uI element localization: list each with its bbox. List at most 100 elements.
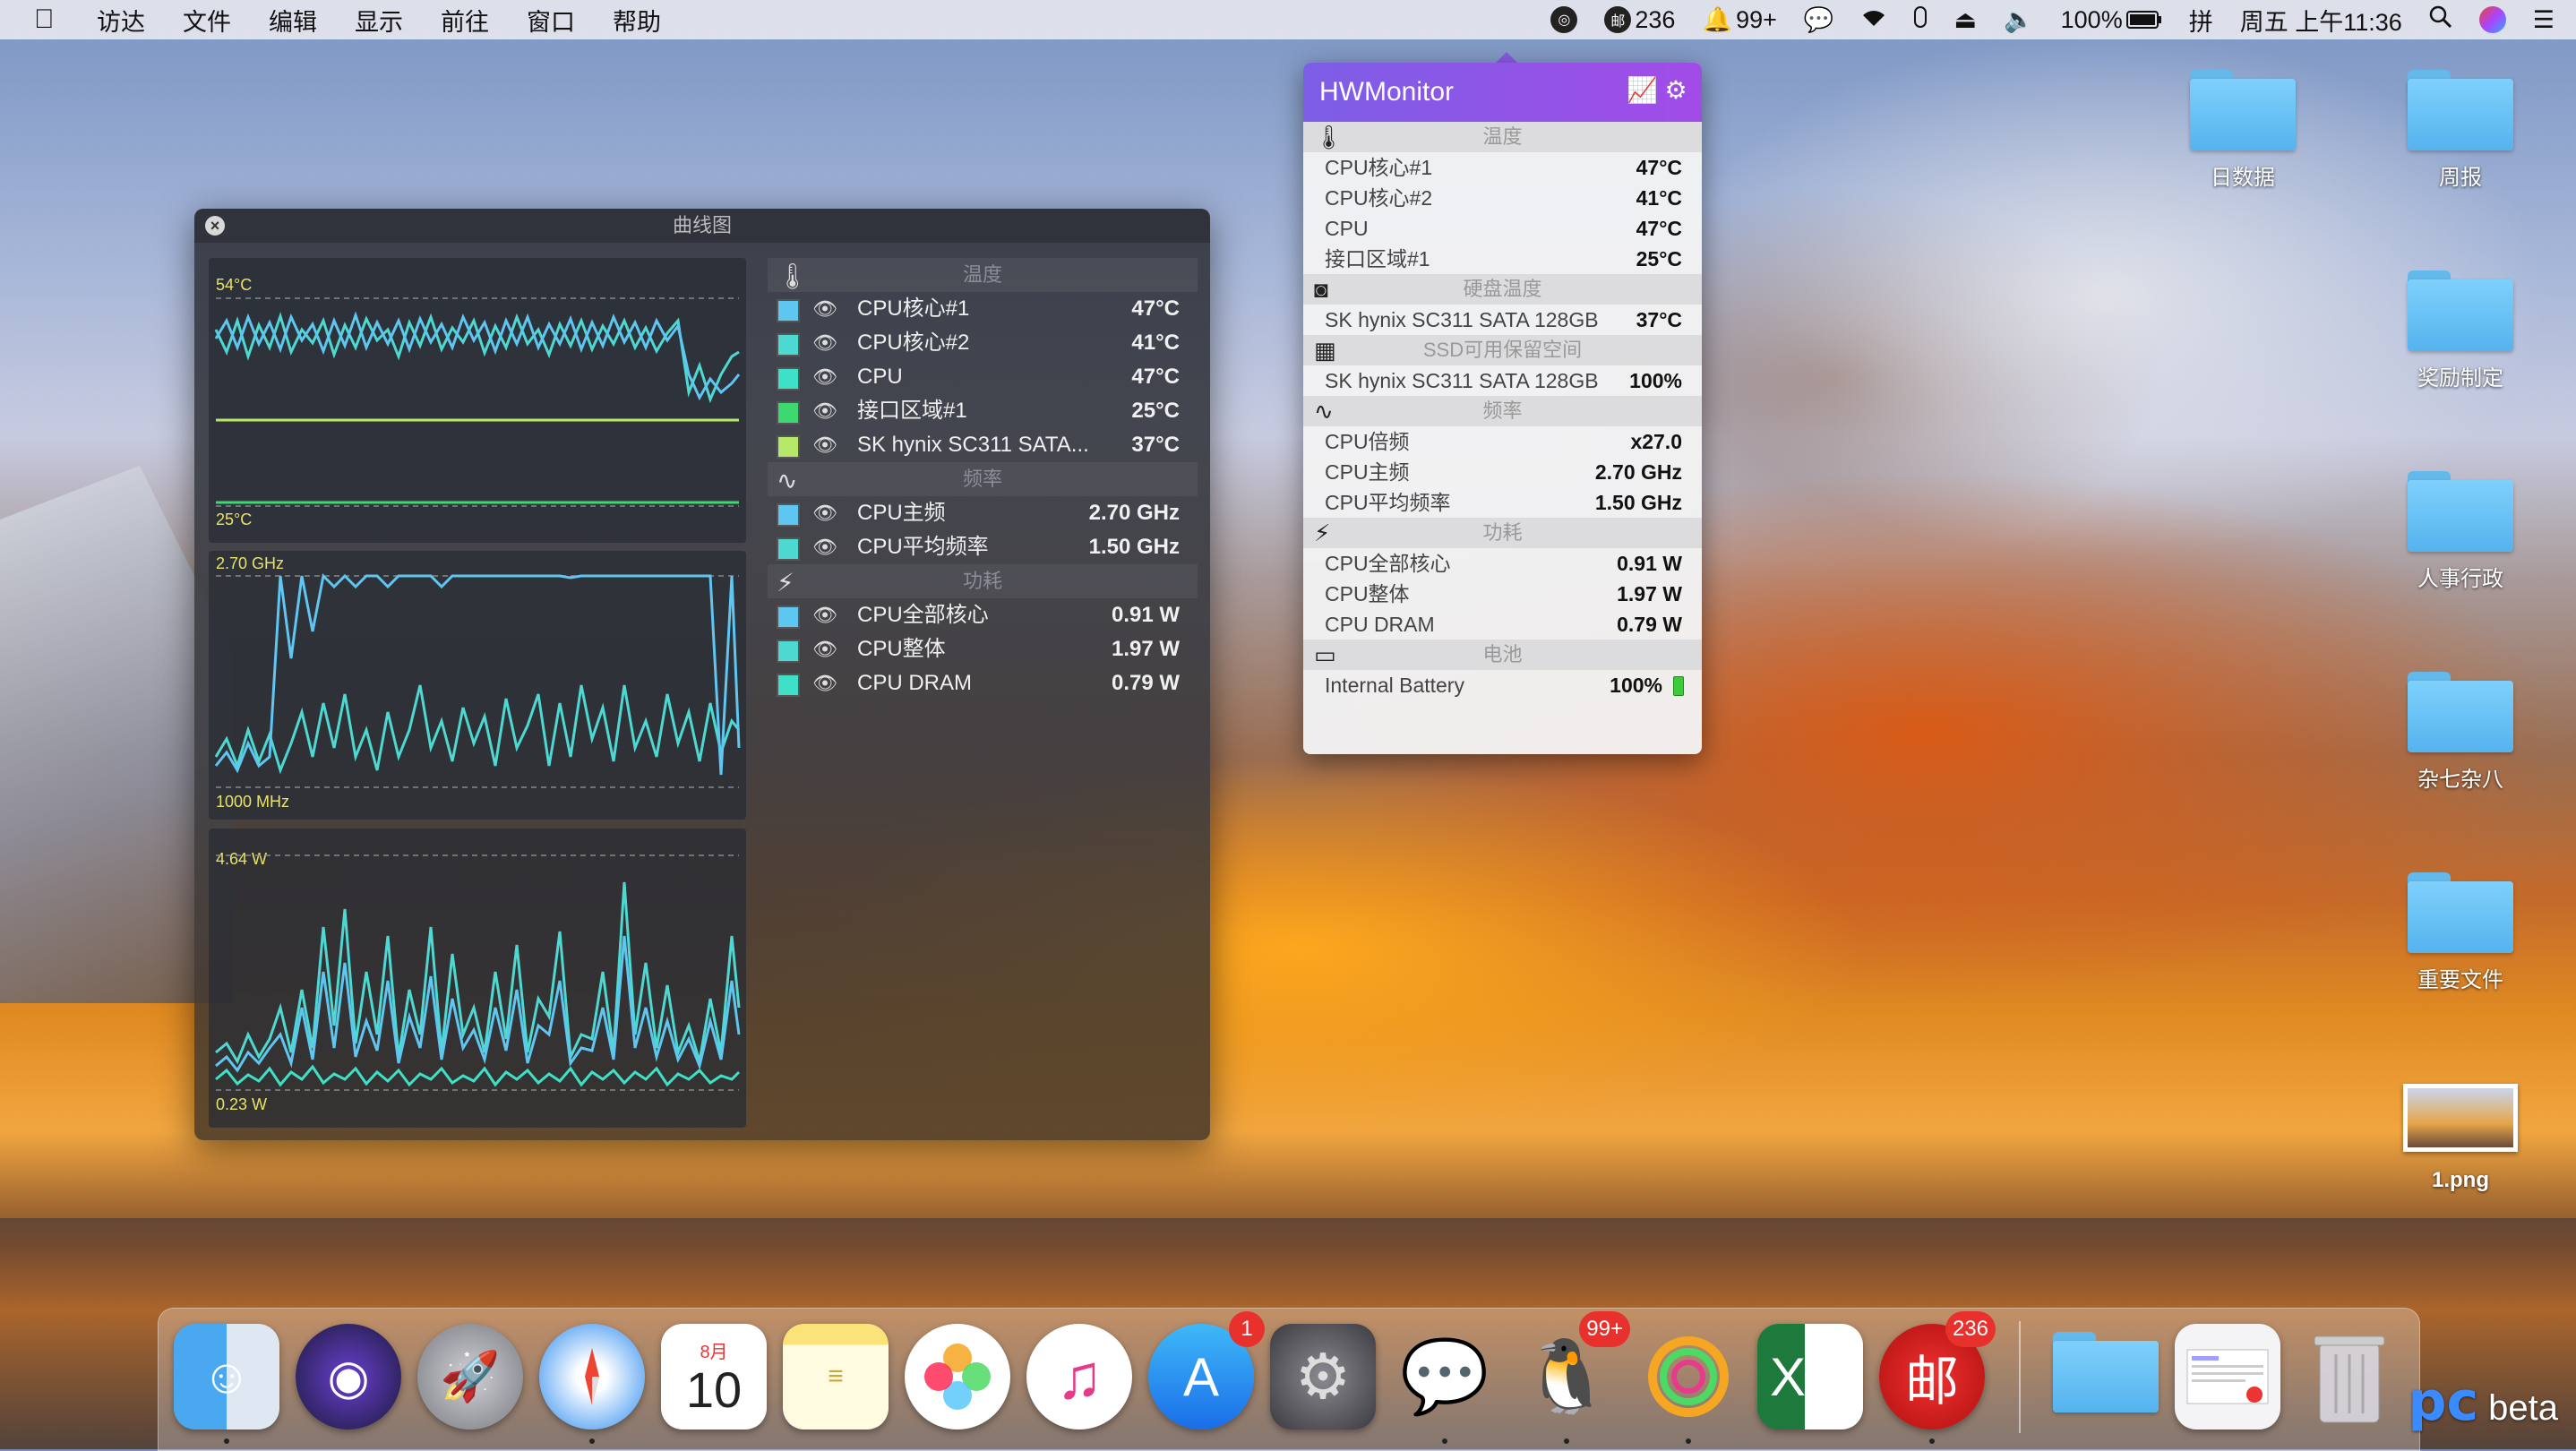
hw-row: CPU 47°C (1303, 213, 1702, 244)
downloads-folder-icon[interactable] (2053, 1324, 2159, 1430)
qq-app-icon[interactable]: 🐧 99+ (1514, 1311, 1630, 1430)
desktop-folder-misc[interactable]: 杂七杂八 (2389, 672, 2532, 793)
calendar-month: 8月 (700, 1342, 728, 1362)
eye-icon[interactable]: 👁 (812, 333, 839, 353)
excel-app-icon[interactable]: X (1757, 1324, 1863, 1430)
temperature-graph: 54°C 25°C (209, 258, 746, 543)
color-swatch[interactable] (777, 503, 800, 527)
color-swatch[interactable] (777, 367, 800, 391)
hw-row-name: CPU核心#1 (1325, 156, 1433, 179)
graph-icon[interactable]: 📈 (1627, 77, 1658, 104)
desktop-file-png[interactable]: 1.png (2389, 1075, 2532, 1193)
safari-app-icon[interactable] (539, 1324, 645, 1430)
siri-app-icon[interactable]: ◉ (296, 1324, 401, 1430)
menu-file[interactable]: 文件 (183, 3, 231, 38)
gear-icon[interactable]: ⚙ (1662, 77, 1689, 104)
curve-window-titlebar[interactable]: × 曲线图 (194, 209, 1210, 243)
notification-center-icon[interactable]: ☰ (2533, 6, 2555, 34)
battery-icon (2125, 11, 2161, 29)
desktop-icon-label: 重要文件 (2417, 968, 2503, 992)
wifi-icon[interactable] (1861, 6, 1886, 34)
sensor-row[interactable]: 👁 CPU主频 2.70 GHz (768, 496, 1198, 530)
menu-edit[interactable]: 编辑 (269, 3, 317, 38)
hw-row: CPU核心#1 47°C (1303, 152, 1702, 183)
sensor-row[interactable]: 👁 CPU平均频率 1.50 GHz (768, 530, 1198, 564)
desktop-folder-rewards[interactable]: 奖励制定 (2389, 270, 2532, 391)
mail-app-icon[interactable]: 邮 236 (1879, 1311, 1996, 1430)
sensor-row[interactable]: 👁 接口区域#1 25°C (768, 394, 1198, 428)
photos-app-icon[interactable] (905, 1324, 1010, 1430)
wechat-app-icon[interactable]: 💬 (1392, 1324, 1498, 1430)
color-swatch[interactable] (777, 605, 800, 629)
lightning-icon: ⚡ (777, 569, 794, 597)
sensor-name: CPU全部核心 (857, 603, 989, 627)
ssd-icon: ▦ (1314, 337, 1336, 364)
apple-menu-icon[interactable]:  (34, 5, 59, 34)
sensor-row[interactable]: 👁 CPU DRAM 0.79 W (768, 666, 1198, 700)
sensor-row[interactable]: 👁 CPU 47°C (768, 360, 1198, 394)
menu-finder[interactable]: 访达 (97, 3, 145, 38)
eye-icon[interactable]: 👁 (812, 503, 839, 523)
sensor-row[interactable]: 👁 CPU全部核心 0.91 W (768, 598, 1198, 632)
eject-icon[interactable]: ⏏ (1954, 6, 1978, 34)
app-store-app-icon[interactable]: A1 (1148, 1311, 1265, 1430)
eye-icon[interactable]: 👁 (812, 299, 839, 319)
sensor-value: 37°C (1131, 433, 1180, 457)
volume-icon[interactable]: 🔈 (2004, 5, 2034, 34)
hwmonitor-status-icon[interactable]: ◎ (1550, 6, 1578, 33)
sensor-name: CPU (857, 365, 903, 389)
spotlight-search-icon[interactable] (2429, 5, 2452, 35)
menu-go[interactable]: 前往 (441, 3, 489, 38)
package-power-line (215, 881, 741, 1065)
menu-window[interactable]: 窗口 (527, 3, 575, 38)
eye-icon[interactable]: 👁 (812, 674, 839, 693)
notes-app-icon[interactable]: ≡ (783, 1324, 889, 1430)
eye-icon[interactable]: 👁 (812, 537, 839, 557)
finder-app-icon[interactable]: ☺ (174, 1324, 279, 1430)
trash-icon[interactable] (2297, 1324, 2402, 1430)
desktop-folder-important[interactable]: 重要文件 (2389, 872, 2532, 993)
eye-icon[interactable]: 👁 (812, 640, 839, 659)
eye-icon[interactable]: 👁 (812, 605, 839, 625)
recent-document-icon[interactable] (2175, 1324, 2280, 1430)
color-swatch[interactable] (777, 435, 800, 459)
desktop-folder-weekly-report[interactable]: 周报 (2389, 70, 2532, 191)
siri-icon[interactable] (2478, 6, 2506, 33)
calendar-app-icon[interactable]: 8月 10 (661, 1324, 767, 1430)
nova-app-icon[interactable] (1636, 1324, 1741, 1430)
desktop-folder-hr-admin[interactable]: 人事行政 (2389, 471, 2532, 592)
menu-view[interactable]: 显示 (355, 3, 403, 38)
battery-status[interactable]: 100% (2061, 6, 2162, 34)
notification-status[interactable]: 🔔 99+ (1702, 5, 1776, 34)
sensor-row[interactable]: 👁 SK hynix SC311 SATA... 37°C (768, 428, 1198, 462)
color-swatch[interactable] (777, 299, 800, 322)
menu-help[interactable]: 帮助 (613, 3, 661, 38)
cores-power-line (215, 935, 741, 1073)
color-swatch[interactable] (777, 674, 800, 697)
sensor-row[interactable]: 👁 CPU核心#2 41°C (768, 326, 1198, 360)
hw-row: CPU DRAM 0.79 W (1303, 609, 1702, 640)
mouse-icon[interactable] (1913, 5, 1928, 35)
system-preferences-app-icon[interactable]: ⚙ (1270, 1324, 1376, 1430)
desktop-folder-daily-data[interactable]: 日数据 (2171, 70, 2314, 191)
color-swatch[interactable] (777, 537, 800, 561)
hw-row-value: 100% (1629, 369, 1682, 392)
avg-freq-line (214, 684, 741, 775)
input-method-indicator[interactable]: 拼 (2189, 3, 2213, 38)
wechat-icon[interactable]: 💬 (1804, 5, 1834, 34)
itunes-app-icon[interactable]: ♫ (1026, 1324, 1132, 1430)
mail-status[interactable]: 邮 236 (1604, 6, 1675, 34)
color-swatch[interactable] (777, 640, 800, 663)
eye-icon[interactable]: 👁 (812, 401, 839, 421)
running-indicator (1442, 1438, 1447, 1444)
close-icon[interactable]: × (205, 216, 225, 236)
eye-icon[interactable]: 👁 (812, 435, 839, 455)
sensor-row[interactable]: 👁 CPU整体 1.97 W (768, 632, 1198, 666)
color-swatch[interactable] (777, 333, 800, 356)
clock[interactable]: 周五 上午11:36 (2240, 3, 2402, 38)
eye-icon[interactable]: 👁 (812, 367, 839, 387)
sensor-row[interactable]: 👁 CPU核心#1 47°C (768, 292, 1198, 326)
launchpad-app-icon[interactable]: 🚀 (417, 1324, 523, 1430)
color-swatch[interactable] (777, 401, 800, 425)
desktop-icon-label: 1.png (2432, 1168, 2489, 1192)
